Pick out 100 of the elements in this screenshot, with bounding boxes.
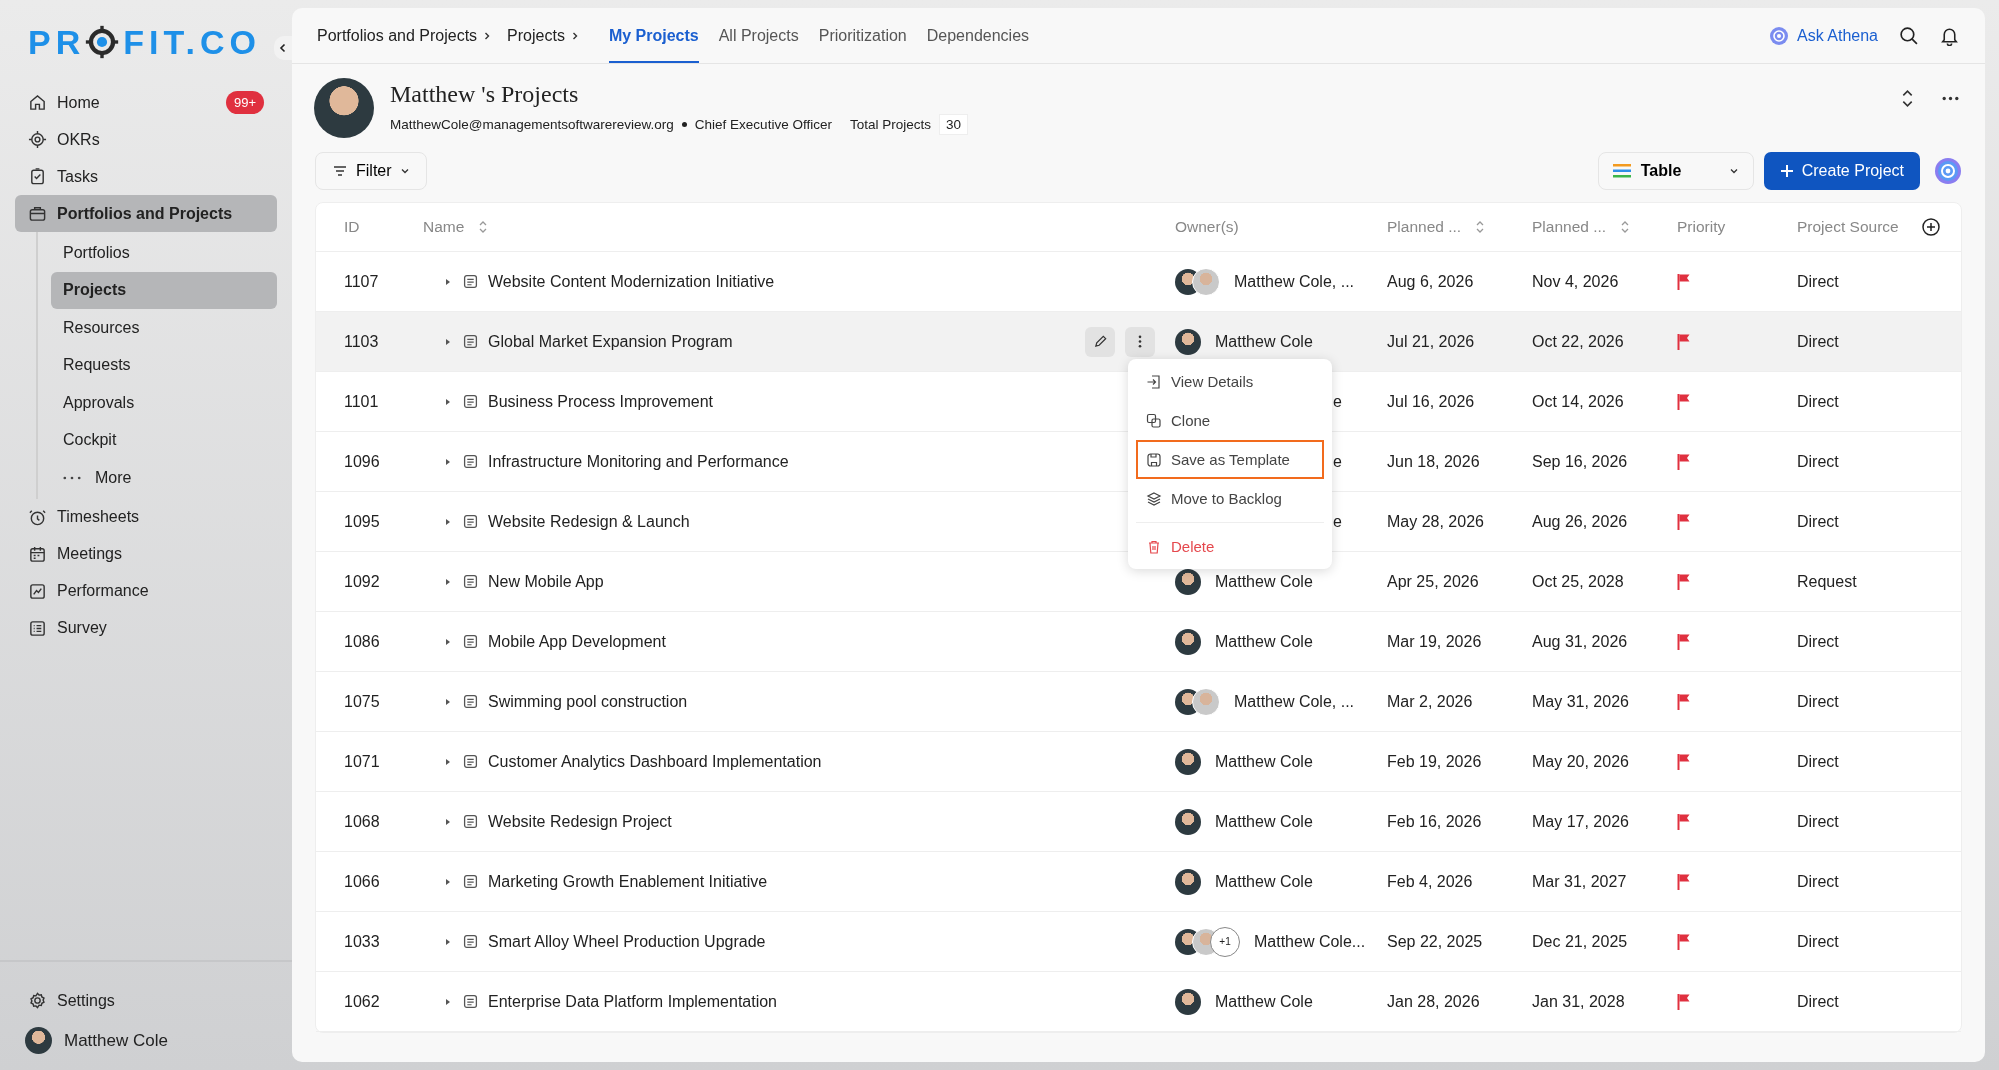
owner-name: Matthew Cole — [1215, 572, 1313, 591]
table-row[interactable]: 1068 Website Redesign Project Matthew Cole Feb 16, 2026 May 17, 2026 Direct — [316, 792, 1961, 852]
table-row[interactable]: 1092 New Mobile App Matthew Cole Apr 25, 2026 Oct 25, 2028 Request — [316, 552, 1961, 612]
source-cell-text: Direct — [1797, 512, 1840, 531]
document-icon — [463, 694, 478, 709]
breadcrumb-link[interactable]: Projects — [507, 26, 565, 45]
sidebar-item[interactable]: Portfolios and Projects — [15, 195, 277, 232]
project-name[interactable]: Global Market Expansion Program — [488, 332, 733, 351]
project-name[interactable]: Mobile App Development — [488, 632, 666, 651]
owner-avatar — [1192, 687, 1220, 716]
start-date-cell-text: May 28, 2026 — [1387, 512, 1485, 531]
owner-name: Matthew Cole — [1215, 992, 1313, 1011]
owner-name: Matthew Cole, ... — [1234, 692, 1355, 711]
project-name[interactable]: Business Process Improvement — [488, 392, 713, 411]
sidebar-subitem[interactable]: Approvals — [51, 384, 277, 422]
chevron-right-icon — [483, 30, 492, 41]
id-cell-text: 1086 — [343, 632, 381, 651]
trash-icon — [1146, 538, 1162, 555]
breadcrumb-link[interactable]: Portfolios and Projects — [317, 26, 478, 45]
flag-icon — [1677, 572, 1691, 591]
project-name[interactable]: New Mobile App — [488, 572, 604, 591]
source-cell-text: Direct — [1797, 992, 1840, 1011]
project-name[interactable]: Swimming pool construction — [488, 692, 688, 711]
id-cell-text: 1103 — [343, 332, 380, 351]
start-date-cell-text: Feb 16, 2026 — [1387, 812, 1483, 831]
floppy-icon — [1146, 451, 1162, 468]
project-name[interactable]: Smart Alloy Wheel Production Upgrade — [488, 932, 766, 951]
caret-icon — [399, 166, 410, 176]
sidebar-subitem[interactable]: Projects — [51, 271, 277, 309]
project-name[interactable]: Customer Analytics Dashboard Implementation — [488, 752, 822, 771]
column-header[interactable]: Planned ... — [1532, 218, 1677, 236]
project-name[interactable]: Marketing Growth Enablement Initiative — [488, 872, 768, 891]
table-row[interactable]: 1066 Marketing Growth Enablement Initiative Matthew Cole Feb 4, 2026 Mar 31, 2027 Direct — [316, 852, 1961, 912]
sidebar-item[interactable]: Timesheets — [15, 498, 277, 536]
sidebar-subitem[interactable]: Requests — [51, 346, 277, 384]
sidebar-item[interactable]: Performance — [15, 572, 277, 610]
source-cell-text: Direct — [1797, 872, 1840, 891]
view-select[interactable]: Table — [1597, 152, 1754, 190]
sidebar-item[interactable]: Tasks — [15, 158, 277, 195]
add-column-icon[interactable] — [1921, 217, 1941, 237]
column-header[interactable]: Name — [423, 218, 1175, 236]
id-cell-text: 1092 — [343, 572, 381, 591]
search-icon[interactable] — [1898, 25, 1919, 46]
owner-name: e — [1333, 452, 1342, 471]
start-date-cell-text: Feb 4, 2026 — [1387, 872, 1474, 891]
collapse-button[interactable] — [274, 36, 292, 60]
project-name[interactable]: Website Redesign & Launch — [488, 512, 690, 531]
flag-icon — [1677, 932, 1691, 951]
settings-link[interactable]: Settings — [15, 982, 277, 1019]
sort-icon — [478, 220, 489, 234]
sidebar-subitem[interactable]: Cockpit — [51, 421, 277, 459]
assistant-icon[interactable] — [1934, 157, 1962, 185]
table-row[interactable]: 1086 Mobile App Development Matthew Cole Mar 19, 2026 Aug 31, 2026 Direct — [316, 612, 1961, 672]
sidebar-item[interactable]: Meetings — [15, 535, 277, 573]
table-row[interactable]: 1075 Swimming pool construction Matthew Cole, ... Mar 2, 2026 May 31, 2026 Direct — [316, 672, 1961, 732]
sidebar-item[interactable]: Survey — [15, 609, 277, 647]
tab[interactable]: Dependencies — [926, 8, 1030, 63]
column-header: ID — [343, 218, 361, 236]
tab[interactable]: Prioritization — [818, 8, 907, 63]
edit-button[interactable] — [1085, 326, 1115, 357]
source-cell-text: Direct — [1797, 332, 1840, 351]
column-header: Owner(s) — [1175, 218, 1240, 236]
document-icon — [463, 574, 478, 589]
document-icon — [463, 874, 478, 889]
more-link[interactable]: More — [51, 459, 277, 497]
table-view-icon — [1612, 164, 1631, 178]
sidebar-subitem[interactable]: Portfolios — [51, 234, 277, 272]
end-date-cell-text: Oct 22, 2026 — [1532, 332, 1625, 351]
enter-icon — [1146, 373, 1162, 390]
menu-item[interactable]: Save as Template — [1136, 440, 1324, 479]
profile-avatar — [314, 78, 374, 138]
column-header[interactable]: Planned ... — [1387, 218, 1532, 236]
flag-icon — [1677, 512, 1691, 531]
project-name[interactable]: Website Content Modernization Initiative — [488, 272, 775, 291]
tab[interactable]: My Projects — [608, 8, 699, 63]
document-icon — [463, 634, 478, 649]
project-name[interactable]: Enterprise Data Platform Implementation — [488, 992, 777, 1011]
table-row[interactable]: 1062 Enterprise Data Platform Implementation Matthew Cole Jan 28, 2026 Jan 31, 2028 Direct — [316, 972, 1961, 1032]
create-project-button[interactable]: Create Project — [1763, 152, 1920, 190]
filter-button[interactable]: Filter — [315, 152, 427, 190]
ask-athena-link[interactable]: Ask Athena — [1769, 25, 1878, 46]
project-name[interactable]: Infrastructure Monitoring and Performance — [488, 452, 789, 471]
bell-icon[interactable] — [1939, 25, 1960, 46]
table-row[interactable]: 1033 Smart Alloy Wheel Production Upgrade +1 Matthew Cole... Sep 22, 2025 Dec 21, 2025 Direct — [316, 912, 1961, 972]
end-date-cell-text: Oct 14, 2026 — [1532, 392, 1625, 411]
sidebar-subitem[interactable]: Resources — [51, 309, 277, 347]
project-name[interactable]: Website Redesign Project — [488, 812, 672, 831]
chart-icon — [28, 581, 47, 601]
sidebar-item[interactable]: Home 99+ — [15, 84, 277, 121]
document-icon — [463, 754, 478, 769]
list-icon — [28, 618, 47, 638]
owner-name: Matthew Cole — [1215, 632, 1313, 651]
document-icon — [463, 934, 478, 949]
table-row[interactable]: 1071 Customer Analytics Dashboard Implementation Matthew Cole Feb 19, 2026 May 20, 2026 Direct — [316, 732, 1961, 792]
sidebar-item[interactable]: OKRs — [15, 121, 277, 158]
document-icon — [463, 994, 478, 1009]
user-avatar[interactable] — [25, 1027, 52, 1054]
sort-icon — [1475, 220, 1486, 234]
document-icon — [463, 394, 478, 409]
tab[interactable]: All Projects — [718, 8, 799, 63]
